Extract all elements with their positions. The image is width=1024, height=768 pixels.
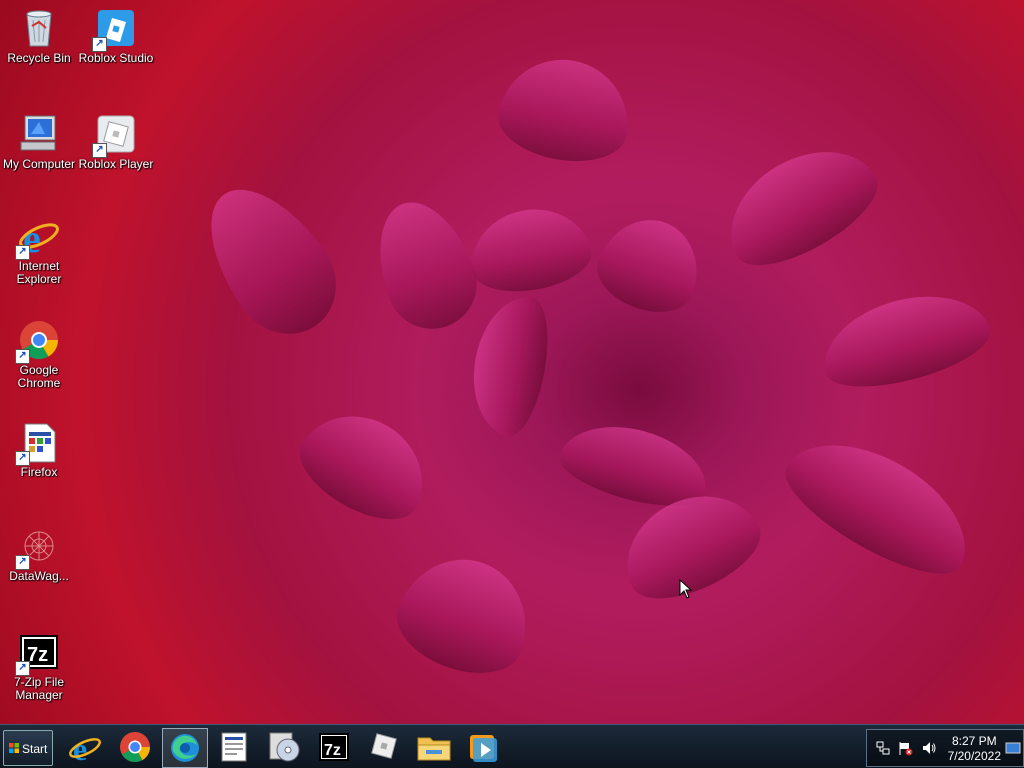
chrome-icon [120, 732, 150, 763]
clock-time: 8:27 PM [951, 734, 997, 748]
7zip-icon: 7z [319, 733, 349, 761]
taskbar-7zip[interactable]: 7z [312, 728, 356, 766]
shortcut-arrow-icon: ↗ [92, 37, 107, 52]
taskbar-edge[interactable] [162, 728, 208, 768]
edge-icon [171, 734, 199, 762]
file-explorer-icon [417, 737, 451, 761]
shortcut-arrow-icon: ↗ [15, 661, 30, 676]
desktop-icon-my-computer[interactable]: My Computer [1, 112, 77, 171]
taskbar: Start e 7z 8:27 PM 7/20/2022 [0, 724, 1024, 768]
desktop-icon-label: Google Chrome [17, 363, 61, 390]
7zip-icon: 7z ↗ [15, 630, 61, 676]
svg-text:7z: 7z [27, 644, 48, 666]
taskbar-text-editor[interactable] [212, 728, 256, 766]
shortcut-arrow-icon: ↗ [15, 349, 30, 364]
media-disc-icon [269, 732, 300, 762]
internet-explorer-icon: e ↗ [15, 214, 61, 261]
desktop-icon-label: Roblox Player [78, 157, 154, 171]
taskbar-internet-explorer[interactable]: e [63, 728, 107, 767]
desktop-icon-7zip[interactable]: 7z ↗ 7-Zip File Manager [1, 630, 77, 702]
desktop-icon-label: Roblox Studio [78, 51, 154, 65]
roblox-icon [371, 733, 397, 759]
taskbar-chrome[interactable] [113, 728, 157, 766]
clock-date: 7/20/2022 [947, 749, 1001, 763]
desktop-icon-label: My Computer [2, 157, 76, 171]
desktop-icon-label: DataWag... [9, 569, 69, 583]
volume-icon[interactable] [921, 740, 937, 756]
desktop-icon-label: 7-Zip File Manager [13, 675, 64, 702]
desktop-icon-internet-explorer[interactable]: e ↗ Internet Explorer [1, 214, 77, 286]
firefox-icon: ↗ [15, 420, 61, 466]
tray-clock[interactable]: 8:27 PM 7/20/2022 [948, 734, 1001, 764]
desktop-icon-roblox-studio[interactable]: ↗ Roblox Studio [78, 6, 154, 65]
desktop-icon-label: Recycle Bin [7, 51, 71, 65]
text-editor-icon [221, 732, 247, 762]
internet-explorer-icon: e [69, 731, 101, 767]
start-button[interactable]: Start [3, 730, 53, 766]
windows-flag-icon [9, 743, 19, 753]
mouse-cursor-icon [679, 579, 693, 599]
media-player-icon [470, 735, 497, 762]
taskbar-roblox[interactable] [362, 728, 406, 766]
roblox-studio-icon: ↗ [92, 6, 138, 52]
wallpaper [0, 0, 1024, 724]
show-desktop-icon[interactable] [1005, 742, 1021, 754]
shortcut-arrow-icon: ↗ [15, 245, 30, 260]
desktop-icon-roblox-player[interactable]: ↗ Roblox Player [78, 112, 154, 171]
system-tray: 8:27 PM 7/20/2022 [866, 729, 1024, 767]
start-label: Start [22, 742, 48, 756]
my-computer-icon [17, 112, 61, 156]
shortcut-arrow-icon: ↗ [92, 143, 107, 158]
desktop-icon-recycle-bin[interactable]: Recycle Bin [1, 6, 77, 65]
chrome-icon: ↗ [15, 318, 61, 364]
desktop-icon-google-chrome[interactable]: ↗ Google Chrome [1, 318, 77, 390]
recycle-bin-icon [17, 6, 61, 50]
network-icon[interactable] [875, 740, 891, 756]
desktop-icon-datawag[interactable]: ↗ DataWag... [1, 524, 77, 583]
svg-text:7z: 7z [324, 742, 341, 759]
taskbar-file-explorer[interactable] [412, 728, 456, 766]
roblox-player-icon: ↗ [92, 112, 138, 158]
taskbar-media-disc[interactable] [262, 728, 306, 766]
taskbar-media-player[interactable] [461, 728, 505, 766]
datawag-icon: ↗ [15, 524, 61, 570]
desktop-icon-label: Firefox [20, 465, 58, 479]
shortcut-arrow-icon: ↗ [15, 451, 30, 466]
shortcut-arrow-icon: ↗ [15, 555, 30, 570]
action-center-flag-icon[interactable] [897, 740, 913, 756]
desktop-icon-firefox[interactable]: ↗ Firefox [1, 420, 77, 479]
desktop-icon-label: Internet Explorer [16, 259, 62, 286]
